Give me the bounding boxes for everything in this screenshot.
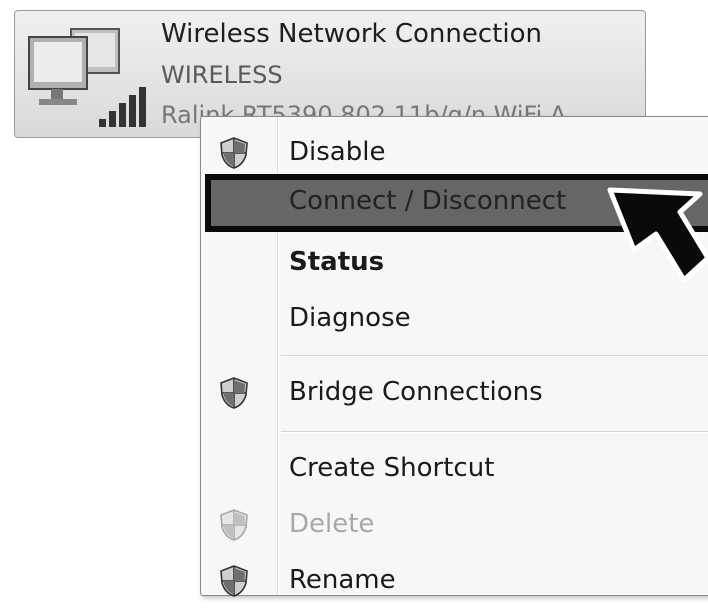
menu-item-disable[interactable]: Disable (201, 125, 708, 181)
menu-item-label: Status (289, 247, 385, 277)
menu-item-create-shortcut[interactable]: Create Shortcut (201, 441, 708, 497)
menu-item-label: Connect / Disconnect (289, 186, 567, 216)
uac-shield-icon (220, 509, 248, 541)
wireless-network-adapter-icon (28, 28, 146, 127)
menu-item-label: Disable (289, 137, 386, 167)
menu-separator (281, 431, 708, 433)
menu-item-label: Create Shortcut (289, 453, 495, 483)
menu-item-rename[interactable]: Rename (201, 553, 708, 609)
menu-separator (281, 355, 708, 357)
menu-item-bridge-connections[interactable]: Bridge Connections (201, 365, 708, 421)
menu-item-label: Rename (289, 565, 396, 595)
uac-shield-icon (220, 377, 248, 409)
arrow-cursor-icon (607, 187, 708, 283)
menu-item-label: Bridge Connections (289, 377, 543, 407)
uac-shield-icon (220, 137, 248, 169)
menu-item-label: Diagnose (289, 303, 411, 333)
adapter-name: Wireless Network Connection (161, 19, 542, 49)
adapter-ssid: WIRELESS (161, 61, 283, 89)
menu-item-delete: Delete (201, 497, 708, 553)
menu-item-label: Delete (289, 509, 375, 539)
uac-shield-icon (220, 565, 248, 597)
